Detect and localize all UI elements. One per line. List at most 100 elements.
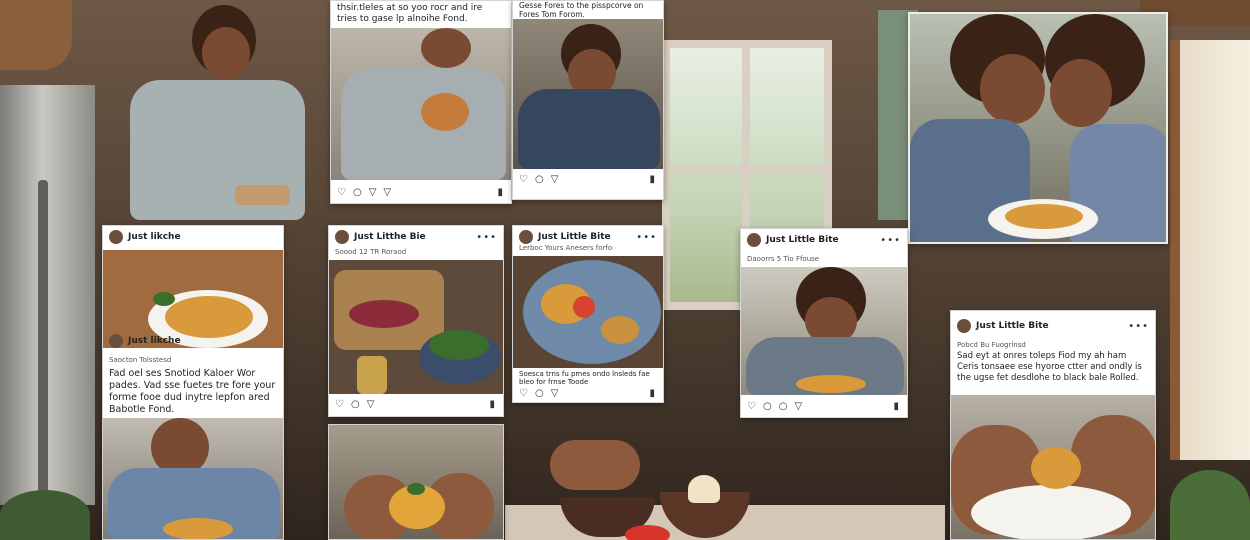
person-face <box>980 54 1045 124</box>
username[interactable]: Just Little Bite <box>538 232 611 242</box>
post-card-2[interactable]: Gesse Fores to the pisspcorve on Fores T… <box>512 0 664 200</box>
bowl <box>971 485 1131 539</box>
sandwich <box>421 93 469 131</box>
share-icon[interactable]: ▽ <box>551 175 559 185</box>
comment-icon[interactable]: ○ <box>763 402 772 412</box>
post-photo[interactable] <box>951 395 1155 539</box>
more-options-icon[interactable]: ••• <box>1128 321 1149 332</box>
post-header: Just Little Bite ••• <box>741 229 907 251</box>
plant-right <box>1170 470 1250 540</box>
post-card-4[interactable]: Just Litthe Bie ••• Soood 12 TR Roraod ♡… <box>328 225 504 417</box>
username[interactable]: Just likche <box>128 336 181 346</box>
more-options-icon[interactable]: ••• <box>636 232 657 243</box>
salad <box>429 330 489 360</box>
post-card-6[interactable]: Just Little Bite ••• Daoorrs 5 Tio Ffous… <box>740 228 908 418</box>
side-window <box>1170 40 1250 460</box>
comment-icon[interactable]: ○ <box>353 188 362 198</box>
avatar[interactable] <box>109 334 123 348</box>
couple-photo[interactable] <box>908 12 1168 244</box>
heart-icon[interactable]: ♡ <box>747 402 756 412</box>
post-caption: Gesse Fores to the pisspcorve on Fores T… <box>519 1 644 19</box>
heart-icon[interactable]: ♡ <box>337 188 346 198</box>
username[interactable]: Just Little Bite <box>766 235 839 245</box>
post-card-5[interactable]: Just Little Bite ••• Lerboc Yours Aneser… <box>512 225 664 403</box>
username[interactable]: Just Little Bite <box>976 321 1049 331</box>
pasta <box>1005 204 1083 229</box>
post-card-7[interactable]: Just Little Bite ••• Pobcd Bu Fuogrinsd … <box>950 310 1156 540</box>
post-actions: ♡ ○ ▽ ▽ ▮ <box>337 186 503 200</box>
avatar[interactable] <box>335 230 349 244</box>
post-card-1[interactable]: thsir.tleles at so yoo rocr and ire trie… <box>330 0 512 204</box>
post-card-3[interactable]: Just likche Just likche Saocton Tolsstes… <box>102 225 284 540</box>
tomato <box>573 296 595 318</box>
share-icon[interactable]: ▽ <box>367 400 375 410</box>
avatar[interactable] <box>957 319 971 333</box>
username[interactable]: Just likche <box>128 232 181 242</box>
glass <box>357 356 387 394</box>
avatar[interactable] <box>109 230 123 244</box>
post-subtitle: Soood 12 TR Roraod <box>335 248 407 256</box>
post-header: Just likche <box>103 330 283 352</box>
post-actions: ♡ ○ ○ ▽ ▮ <box>747 400 899 414</box>
post-header: Just Little Bite ••• <box>951 315 1155 337</box>
person-body <box>341 68 506 180</box>
share-icon[interactable]: ▽ <box>369 188 377 198</box>
board-plate <box>235 185 290 205</box>
bookmark-icon[interactable]: ▮ <box>497 188 503 198</box>
avatar[interactable] <box>747 233 761 247</box>
share-icon[interactable]: ▽ <box>551 389 559 399</box>
pasta <box>163 518 233 539</box>
person-face <box>202 27 250 79</box>
bookmark-icon[interactable]: ▮ <box>649 175 655 185</box>
username[interactable]: Just Litthe Bie <box>354 232 426 242</box>
plant-left <box>0 490 90 540</box>
heart-icon[interactable]: ♡ <box>335 400 344 410</box>
more-options-icon[interactable]: ••• <box>476 232 497 243</box>
post-header: Just likche <box>103 226 283 248</box>
post-card-8[interactable] <box>328 424 504 540</box>
post-photo[interactable] <box>329 425 503 539</box>
bookmark-icon[interactable]: ▮ <box>489 400 495 410</box>
share-icon[interactable]: ▽ <box>794 402 802 412</box>
taco <box>1031 447 1081 489</box>
cream-dessert <box>688 475 720 503</box>
bookmark-icon[interactable]: ▮ <box>649 389 655 399</box>
post-caption: Sad eyt at onres toleps Fiod my ah ham C… <box>957 351 1142 383</box>
pastry <box>601 316 639 344</box>
refrigerator <box>0 85 95 505</box>
post-photo[interactable] <box>513 19 663 169</box>
post-caption: Soesca trns fu pmes ondo lnsleds fae ble… <box>519 370 650 386</box>
post-photo[interactable] <box>513 256 663 368</box>
more-options-icon[interactable]: ••• <box>880 235 901 246</box>
post-photo[interactable] <box>910 14 1166 242</box>
post-actions: ♡ ○ ▽ ▮ <box>519 173 655 187</box>
person-face <box>1050 59 1112 127</box>
post-subtitle: Daoorrs 5 Tio Ffouse <box>747 255 820 263</box>
post-photo[interactable] <box>329 260 503 394</box>
comment-icon[interactable]: ○ <box>535 389 544 399</box>
post-header: Just Litthe Bie ••• <box>329 226 503 248</box>
comment-icon[interactable]: ○ <box>535 175 544 185</box>
bookmark-icon[interactable]: ▮ <box>893 402 899 412</box>
post-caption: thsir.tleles at so yoo rocr and ire trie… <box>337 3 483 24</box>
post-actions: ♡ ○ ▽ ▮ <box>519 387 655 401</box>
hands-reaching <box>550 440 640 490</box>
post-subtitle: Lerboc Yours Anesers forfo <box>519 244 613 252</box>
post-photo[interactable] <box>103 418 283 539</box>
share-icon[interactable]: ▽ <box>383 188 391 198</box>
post-subtitle: Saocton Tolsstesd <box>109 356 172 364</box>
post-photo[interactable] <box>331 28 511 180</box>
post-actions: ♡ ○ ▽ ▮ <box>335 398 495 412</box>
comment-icon[interactable]: ○ <box>779 402 788 412</box>
heart-icon[interactable]: ♡ <box>519 175 528 185</box>
post-caption: Fad oel ses Snotiod Kaloer Wor pades. Va… <box>109 368 276 415</box>
post-photo[interactable] <box>741 267 907 395</box>
tomato <box>625 525 670 540</box>
comment-icon[interactable]: ○ <box>351 400 360 410</box>
heart-icon[interactable]: ♡ <box>519 389 528 399</box>
berries <box>349 300 419 328</box>
fridge-handle <box>38 180 48 500</box>
post-subtitle: Pobcd Bu Fuogrinsd <box>957 341 1026 349</box>
avatar[interactable] <box>519 230 533 244</box>
herbs <box>153 292 175 306</box>
